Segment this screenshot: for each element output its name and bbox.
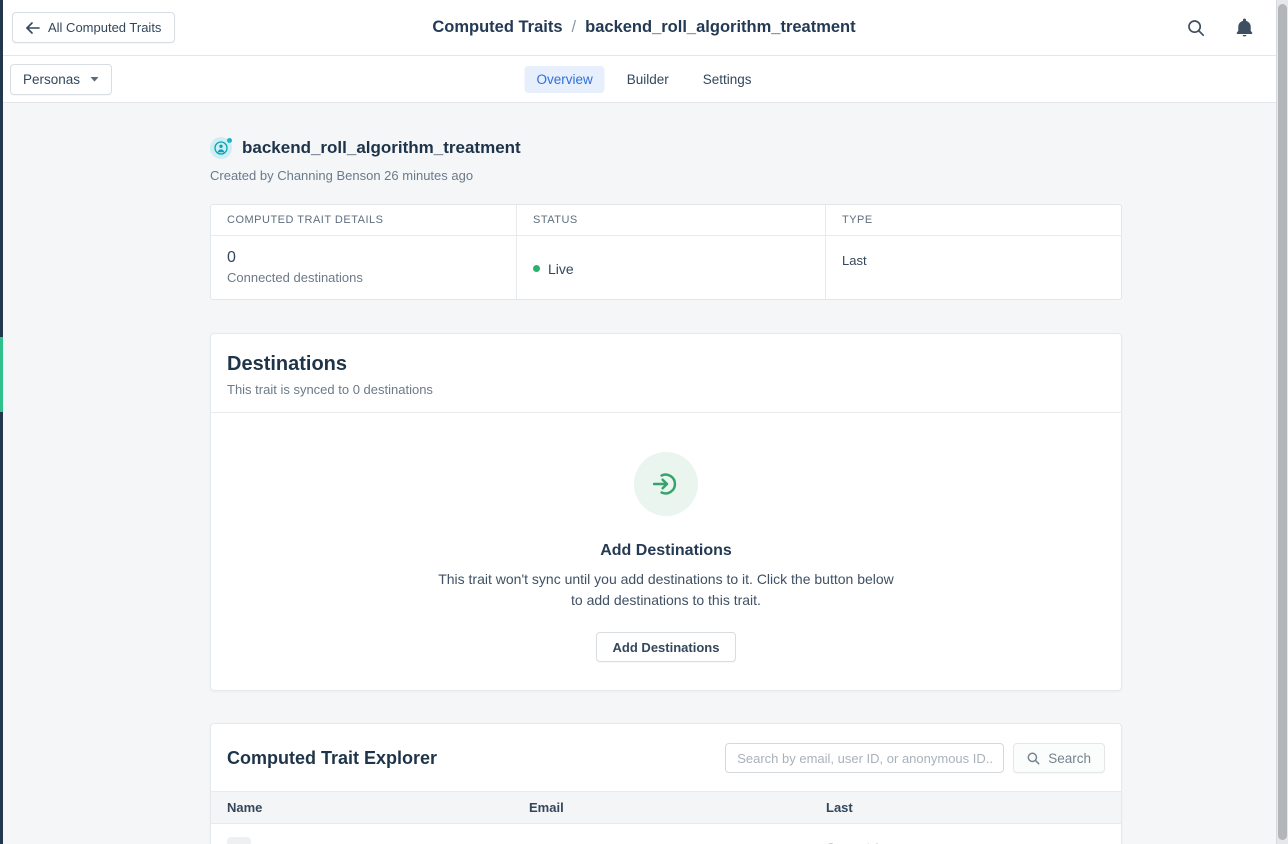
workspace-dropdown[interactable]: Personas xyxy=(10,64,112,95)
arrow-left-icon xyxy=(26,22,40,34)
explorer-search-button-label: Search xyxy=(1048,751,1091,766)
type-col-header: TYPE xyxy=(826,205,1121,235)
destinations-card: Destinations This trait is synced to 0 d… xyxy=(210,333,1122,691)
main-content: backend_roll_algorithm_treatment Created… xyxy=(0,103,1122,844)
search-icon[interactable] xyxy=(1185,17,1207,39)
page-title: backend_roll_algorithm_treatment xyxy=(242,138,521,158)
scrollbar[interactable] xyxy=(1276,0,1288,844)
trait-details-table: COMPUTED TRAIT DETAILS STATUS TYPE 0 Con… xyxy=(210,204,1122,300)
tab-bar: Overview Builder Settings xyxy=(524,66,763,93)
empty-state-title: Add Destinations xyxy=(211,542,1121,560)
destinations-empty-state: Add Destinations This trait won't sync u… xyxy=(211,413,1121,690)
connected-destinations-label: Connected destinations xyxy=(227,270,500,285)
tab-builder[interactable]: Builder xyxy=(615,66,681,93)
empty-state-body: This trait won't sync until you add dest… xyxy=(436,569,896,611)
breadcrumb: Computed Traits / backend_roll_algorithm… xyxy=(432,18,855,37)
chevron-down-icon xyxy=(90,77,99,82)
toolbar: Personas Overview Builder Settings xyxy=(0,56,1288,103)
computed-trait-icon xyxy=(210,137,232,159)
add-destinations-button[interactable]: Add Destinations xyxy=(596,632,737,662)
workspace-dropdown-label: Personas xyxy=(23,72,80,87)
column-header-name: Name xyxy=(211,792,513,823)
breadcrumb-current: backend_roll_algorithm_treatment xyxy=(585,18,856,37)
computed-trait-explorer-card: Computed Trait Explorer Search Name Emai… xyxy=(210,723,1122,844)
column-header-last: Last xyxy=(810,792,1121,823)
sidebar-active-indicator xyxy=(0,337,3,412)
avatar: AC xyxy=(227,837,251,844)
app-header: All Computed Traits Computed Traits / ba… xyxy=(0,0,1288,56)
status-col-header: STATUS xyxy=(517,205,826,235)
destinations-title: Destinations xyxy=(227,353,1105,376)
notifications-bell-icon[interactable] xyxy=(1234,16,1255,39)
trait-header: backend_roll_algorithm_treatment Created… xyxy=(210,103,1122,183)
table-row[interactable]: AC Arthur Chapman arthur.chapman@gmail.c… xyxy=(211,824,1121,844)
trait-created-by: Created by Channing Benson 26 minutes ag… xyxy=(210,168,1122,183)
header-icons xyxy=(1185,16,1255,39)
details-col-header: COMPUTED TRAIT DETAILS xyxy=(211,205,517,235)
column-header-email: Email xyxy=(513,792,810,823)
back-button-label: All Computed Traits xyxy=(48,20,161,35)
connected-destinations-count: 0 xyxy=(227,249,500,267)
type-value: Last xyxy=(842,249,1105,268)
breadcrumb-parent[interactable]: Computed Traits xyxy=(432,18,562,37)
back-button[interactable]: All Computed Traits xyxy=(12,12,175,43)
explorer-title: Computed Trait Explorer xyxy=(227,748,437,769)
add-destination-login-icon xyxy=(634,452,698,516)
trait-icon-badge-dot xyxy=(227,138,232,143)
status-value: Live xyxy=(548,261,574,277)
scrollbar-thumb[interactable] xyxy=(1278,4,1287,840)
explorer-search-input[interactable] xyxy=(725,743,1004,773)
tab-overview[interactable]: Overview xyxy=(524,66,604,93)
explorer-table-header: Name Email Last xyxy=(211,791,1121,824)
status-live-dot xyxy=(533,265,540,272)
destinations-subtitle: This trait is synced to 0 destinations xyxy=(227,382,1105,397)
search-icon xyxy=(1027,752,1040,765)
explorer-search-button[interactable]: Search xyxy=(1013,743,1105,773)
breadcrumb-separator: / xyxy=(572,18,577,37)
sidebar-edge xyxy=(0,0,3,844)
tab-settings[interactable]: Settings xyxy=(691,66,764,93)
